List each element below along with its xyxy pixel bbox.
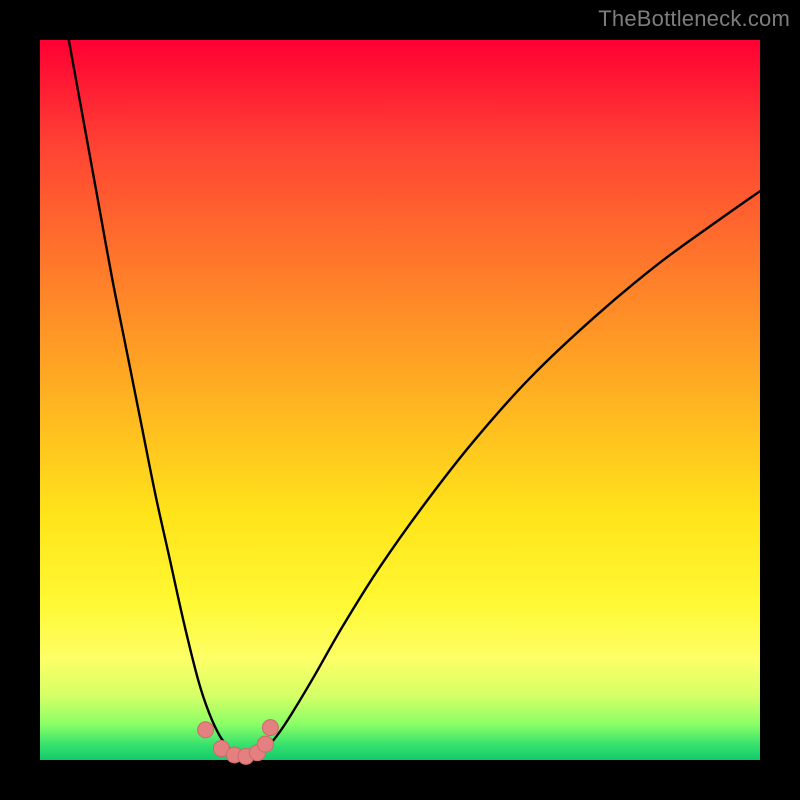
valley-marker-5 [257,736,273,752]
curve-layer [40,40,760,760]
valley-marker-0 [198,722,214,738]
valley-markers [198,720,279,765]
series-right-branch [256,191,760,755]
valley-marker-6 [262,720,278,736]
curve-right-branch [256,191,760,755]
plot-area [40,40,760,760]
curve-left-branch [69,40,238,755]
series-left-branch [69,40,238,755]
watermark-text: TheBottleneck.com [598,6,790,32]
chart-frame: TheBottleneck.com [0,0,800,800]
